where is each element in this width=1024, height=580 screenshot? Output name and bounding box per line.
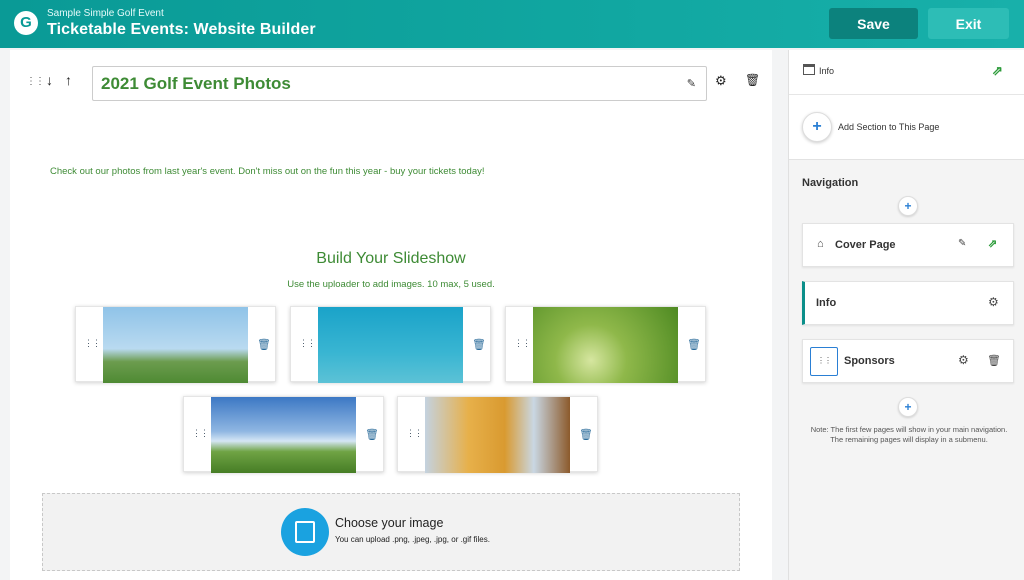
add-page-button[interactable]: + [898,397,918,417]
upload-title: Choose your image [335,516,444,530]
navigation-note: Note: The first few pages will show in y… [810,425,1008,444]
exit-button[interactable]: Exit [928,8,1009,39]
drag-handle-icon[interactable]: ⋮⋮ [192,428,209,439]
navigation-heading: Navigation [802,177,859,189]
slide-image-golfer [103,307,248,383]
drag-handle-icon[interactable]: ⋮⋮ [406,428,423,439]
drag-handle-icon[interactable]: ⋮⋮ [299,338,316,349]
slideshow-title: Build Your Slideshow [316,250,466,267]
add-section-label[interactable]: Add Section to This Page [838,122,939,132]
slide-image-beer [425,397,570,473]
trash-icon[interactable]: 🗑 [365,428,379,441]
external-link-icon[interactable]: ⇗ [988,237,997,250]
page-icon [803,64,815,75]
slide-card[interactable]: ⋮⋮ 🗑 [505,306,706,383]
trash-icon[interactable]: 🗑 [472,338,486,351]
trash-icon[interactable]: 🗑 [579,428,593,441]
nav-item-label: Info [816,297,837,309]
save-button[interactable]: Save [829,8,918,39]
top-bar: G Sample Simple Golf Event Ticketable Ev… [0,0,1024,48]
slide-card[interactable]: ⋮⋮ 🗑 [75,306,276,383]
event-name: Sample Simple Golf Event [47,8,164,19]
gear-icon[interactable]: ⚙ [715,73,727,89]
app-logo: G [14,11,38,35]
upload-button[interactable] [281,508,329,556]
trash-icon[interactable]: 🗑 [745,73,760,87]
home-icon: ⌂ [817,238,824,250]
section-toolbar: ⋮⋮ ↓ ↑ 2021 Golf Event Photos ✎ ⚙ 🗑 [10,62,772,102]
move-down-icon[interactable]: ↓ [46,72,53,88]
section-title: 2021 Golf Event Photos [101,74,291,93]
gear-icon[interactable]: ⚙ [958,353,969,367]
nav-item-cover-page[interactable]: ⌂ Cover Page ✎ ⇗ [802,223,1014,267]
right-sidebar: Info ⇗ + Add Section to This Page Naviga… [788,50,1024,580]
slide-card[interactable]: ⋮⋮ 🗑 [183,396,384,473]
nav-item-sponsors[interactable]: ⋮⋮ Sponsors ⚙ 🗑 [802,339,1014,383]
slide-image-sky [318,307,463,383]
add-section-button[interactable]: + [802,112,832,142]
slideshow-subtitle: Use the uploader to add images. 10 max, … [287,279,495,290]
add-page-button[interactable]: + [898,196,918,216]
gear-icon[interactable]: ⚙ [988,295,999,309]
trash-icon[interactable]: 🗑 [687,338,701,351]
drag-handle-icon[interactable]: ⋮⋮ [810,347,838,376]
slide-card[interactable]: ⋮⋮ 🗑 [290,306,491,383]
sidebar-page-panel: Info ⇗ + Add Section to This Page [789,50,1024,160]
drag-handle-icon[interactable]: ⋮⋮ [84,338,101,349]
nav-item-label: Cover Page [835,239,896,251]
image-icon [295,521,315,543]
drag-handle-icon[interactable]: ⋮⋮ [26,76,45,87]
upload-subtitle: You can upload .png, .jpeg, .jpg, or .gi… [335,535,490,544]
nav-item-info[interactable]: Info ⚙ [802,281,1014,325]
divider [789,94,1024,95]
nav-item-label: Sponsors [844,355,895,367]
slide-image-golf-balls [533,307,678,383]
app-title: Ticketable Events: Website Builder [47,21,316,38]
section-title-field[interactable]: 2021 Golf Event Photos ✎ [92,66,707,101]
drag-handle-icon[interactable]: ⋮⋮ [514,338,531,349]
current-page-label: Info [819,66,835,76]
section-intro-text[interactable]: Check out our photos from last year's ev… [50,166,485,177]
slide-card[interactable]: ⋮⋮ 🗑 [397,396,598,473]
slide-image-golf-bag [211,397,356,473]
editor-canvas: ⋮⋮ ↓ ↑ 2021 Golf Event Photos ✎ ⚙ 🗑 Chec… [10,50,772,580]
trash-icon[interactable]: 🗑 [987,354,1001,367]
move-up-icon[interactable]: ↑ [65,72,72,88]
trash-icon[interactable]: 🗑 [257,338,271,351]
external-link-icon[interactable]: ⇗ [992,63,1003,79]
image-upload-dropzone[interactable]: Choose your image You can upload .png, .… [42,493,740,571]
edit-icon[interactable]: ✎ [687,77,696,90]
edit-icon[interactable]: ✎ [958,238,966,249]
